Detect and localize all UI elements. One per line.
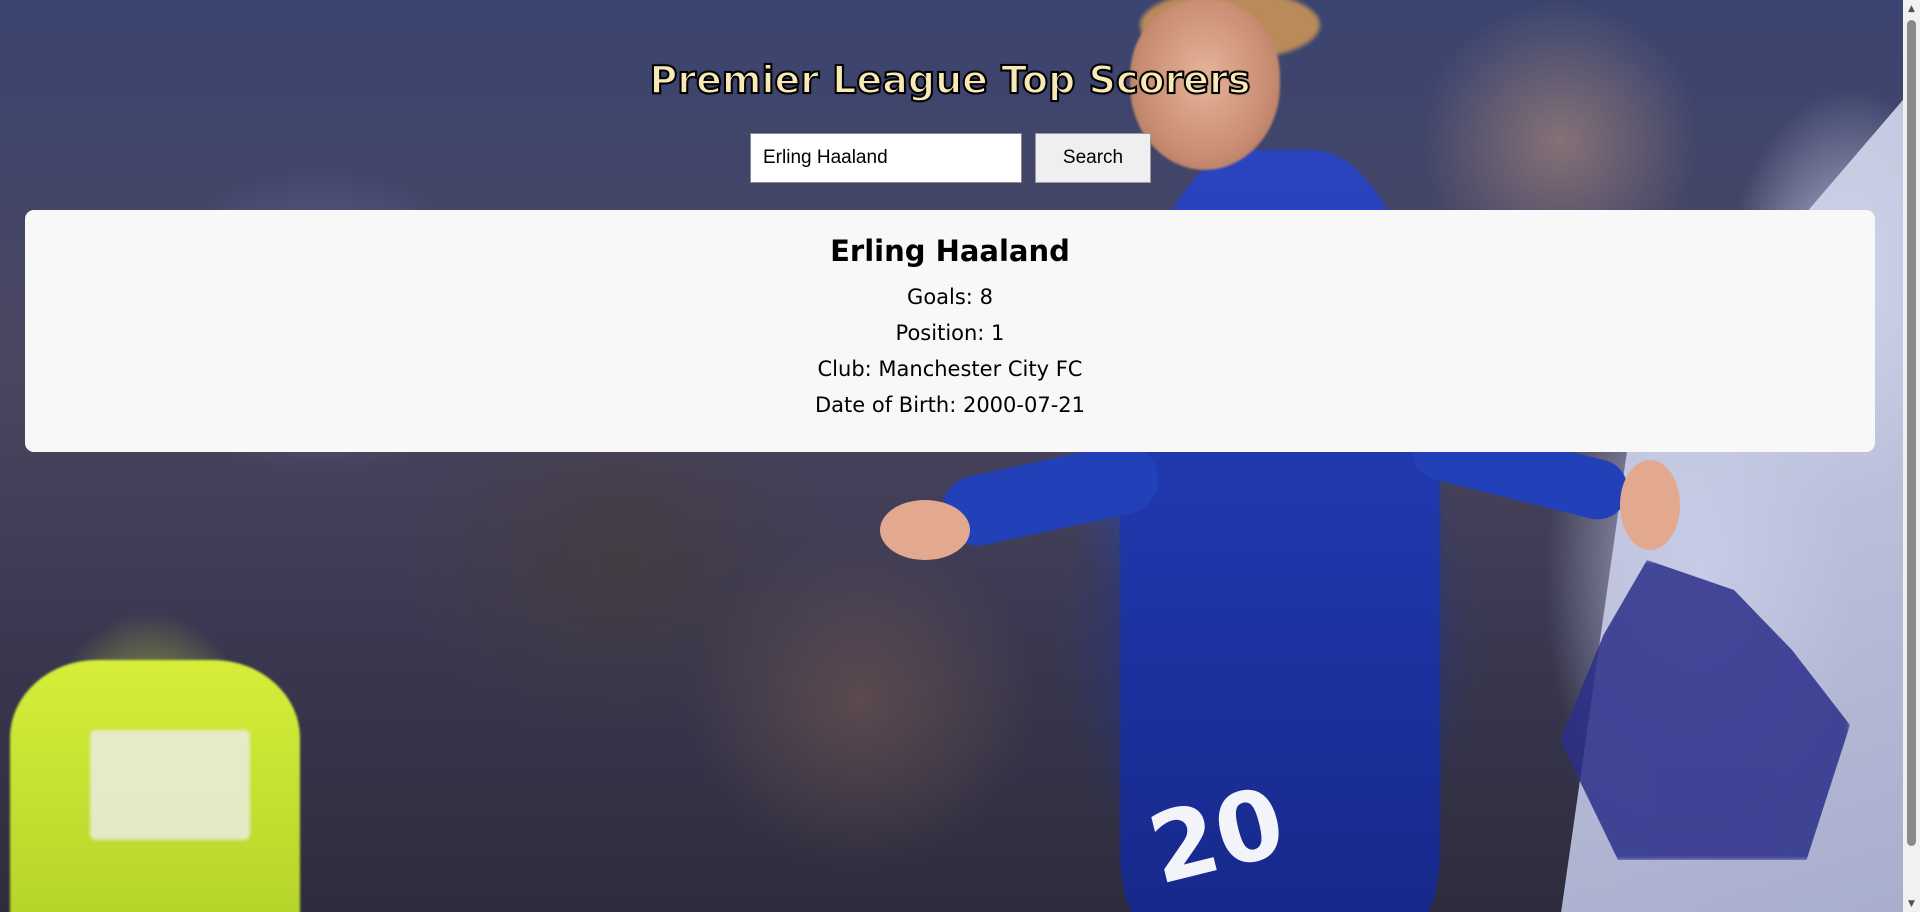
search-bar: Search bbox=[750, 133, 1151, 183]
chevron-down-icon[interactable]: ▼ bbox=[1903, 895, 1920, 912]
scrollbar-thumb[interactable] bbox=[1907, 20, 1916, 846]
search-input[interactable] bbox=[750, 133, 1022, 183]
page-title: Premier League Top Scorers bbox=[649, 57, 1252, 103]
player-name: Erling Haaland bbox=[830, 234, 1070, 268]
player-result-card: Erling Haaland Goals: 8 Position: 1 Club… bbox=[25, 210, 1875, 452]
player-club: Club: Manchester City FC bbox=[817, 356, 1083, 381]
player-goals: Goals: 8 bbox=[907, 284, 993, 309]
chevron-up-icon[interactable]: ▲ bbox=[1903, 0, 1920, 17]
player-position: Position: 1 bbox=[895, 320, 1005, 345]
page: 20 Premier League Top Scorers Search Erl… bbox=[0, 0, 1920, 912]
main-content: Premier League Top Scorers Search Erling… bbox=[0, 0, 1903, 912]
search-button[interactable]: Search bbox=[1035, 133, 1151, 183]
player-dob: Date of Birth: 2000-07-21 bbox=[815, 392, 1085, 417]
vertical-scrollbar[interactable]: ▲ ▼ bbox=[1903, 0, 1920, 912]
